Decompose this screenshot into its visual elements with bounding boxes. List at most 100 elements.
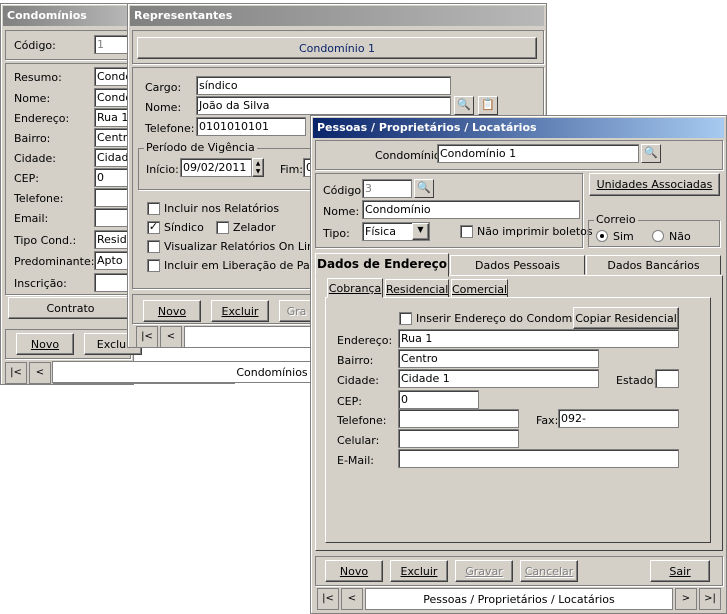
- inicio-input[interactable]: 09/02/2011: [180, 158, 252, 177]
- contrato-button[interactable]: Contrato: [8, 297, 133, 319]
- binoculars-icon[interactable]: 🔍: [454, 96, 474, 115]
- pes-novo-button[interactable]: Novo: [325, 560, 383, 582]
- rep-gravar-button[interactable]: Gra: [279, 300, 314, 322]
- pes-telefone-input[interactable]: [398, 409, 519, 428]
- condominio-header-panel: Condomínio 1: [137, 37, 537, 59]
- nome-label: Nome:: [14, 92, 51, 105]
- pes-navigator-label: Pessoas / Proprietários / Locatários: [365, 588, 673, 610]
- chevron-down-icon[interactable]: ▼: [412, 223, 429, 240]
- rep-excluir-button[interactable]: Excluir: [211, 300, 269, 322]
- tab-dados-bancarios-label: Dados Bancários: [607, 259, 700, 272]
- incluir-relatorios-checkbox[interactable]: [147, 202, 160, 215]
- pessoas-condominio-input[interactable]: Condomínio 1: [437, 144, 639, 163]
- pes-cidade-input[interactable]: Cidade 1: [398, 369, 599, 388]
- estado-label: Estado:: [616, 374, 658, 387]
- incluir-liberacao-checkbox[interactable]: [147, 259, 160, 272]
- pessoas-codigo-input[interactable]: 3: [362, 179, 412, 198]
- subtab-cobranca[interactable]: Cobrança: [327, 278, 383, 298]
- pes-endereco-label: Endereço:: [337, 334, 393, 347]
- pes-cep-label: CEP:: [337, 395, 362, 408]
- correio-sim-label: Sim: [613, 230, 634, 243]
- unidades-associadas-button[interactable]: Unidades Associadas: [589, 173, 720, 196]
- rep-excluir-label: Excluir: [221, 305, 259, 318]
- tipo-label: Tipo:: [323, 227, 350, 240]
- nao-imprimir-label: Não imprimir boletos: [477, 225, 593, 238]
- pes-cancelar-button[interactable]: Cancelar: [520, 560, 578, 582]
- incluir-liberacao-label: Incluir em Liberação de Pagam: [164, 259, 335, 272]
- cidade-label: Cidade:: [14, 152, 56, 165]
- rep-nome-label: Nome:: [145, 101, 182, 114]
- unidades-associadas-label: Unidades Associadas: [596, 178, 713, 191]
- notepad-icon[interactable]: 📋: [478, 96, 498, 115]
- pes-last-record-button[interactable]: >|: [699, 588, 721, 610]
- bairro-label: Bairro:: [14, 132, 51, 145]
- rep-novo-button[interactable]: Novo: [143, 300, 201, 322]
- visualizar-relatorios-checkbox[interactable]: [147, 240, 160, 253]
- celular-label: Celular:: [337, 434, 380, 447]
- pessoas-condominio-label: Condomínio:: [375, 149, 445, 162]
- copiar-residencial-label: Copiar Residencial: [575, 312, 677, 325]
- email-label: Email:: [14, 212, 49, 225]
- endereco-label: Endereço:: [14, 112, 70, 125]
- correio-title: Correio: [594, 213, 638, 226]
- correio-nao-radio[interactable]: [652, 230, 664, 242]
- inserir-endereco-checkbox[interactable]: [399, 312, 412, 325]
- representantes-title-bar: Representantes: [130, 6, 544, 26]
- pessoas-title-bar: Pessoas / Proprietários / Locatários: [313, 118, 724, 138]
- fax-input[interactable]: 092-: [558, 409, 679, 428]
- rep-nome-input[interactable]: João da Silva: [196, 96, 451, 115]
- zelador-checkbox[interactable]: [216, 221, 229, 234]
- pes-gravar-button[interactable]: Gravar: [455, 560, 513, 582]
- tab-dados-endereco[interactable]: Dados de Endereço: [315, 253, 449, 277]
- pes-first-record-button[interactable]: |<: [317, 588, 339, 610]
- condominios-navigator-text: Condomínios: [236, 366, 308, 379]
- copiar-residencial-button[interactable]: Copiar Residencial: [573, 307, 679, 329]
- pes-bairro-input[interactable]: Centro: [398, 349, 599, 368]
- pes-gravar-label: Gravar: [465, 565, 503, 578]
- prev-record-button[interactable]: <: [29, 362, 51, 384]
- rep-first-record-button[interactable]: |<: [136, 326, 158, 348]
- condominios-novo-label: Novo: [30, 338, 60, 351]
- inicio-spinner[interactable]: ▲ ▼: [252, 158, 264, 177]
- pes-cep-input[interactable]: 0: [398, 390, 479, 409]
- pessoas-nome-input[interactable]: Condomínio: [362, 200, 580, 219]
- resumo-label: Resumo:: [14, 71, 62, 84]
- rep-prev-record-button[interactable]: <: [160, 326, 182, 348]
- correio-sim-radio[interactable]: [596, 230, 608, 242]
- zelador-label: Zelador: [233, 221, 276, 234]
- condominios-novo-button[interactable]: Novo: [16, 333, 74, 355]
- subtab-residencial[interactable]: Residencial: [385, 279, 449, 298]
- fim-label: Fim:: [280, 163, 304, 176]
- cep-label: CEP:: [14, 172, 39, 185]
- subtab-comercial[interactable]: Comercial: [451, 279, 508, 298]
- pes-prev-record-button[interactable]: <: [341, 588, 363, 610]
- pes-next-record-button[interactable]: >: [675, 588, 697, 610]
- cargo-input[interactable]: síndico: [196, 76, 451, 95]
- nao-imprimir-checkbox[interactable]: [460, 225, 473, 238]
- pes-email-label: E-Mail:: [337, 454, 374, 467]
- tab-dados-pessoais[interactable]: Dados Pessoais: [450, 255, 585, 275]
- predominante-label: Predominante:: [14, 255, 95, 268]
- rep-telefone-input[interactable]: 0101010101: [196, 117, 306, 136]
- pes-excluir-button[interactable]: Excluir: [390, 560, 448, 582]
- tab-dados-bancarios[interactable]: Dados Bancários: [586, 255, 721, 275]
- telefone-label: Telefone:: [14, 192, 64, 205]
- inserir-endereco-label: Inserir Endereço do Condomínio: [416, 312, 593, 325]
- sindico-checkbox[interactable]: ✓: [147, 221, 160, 234]
- rep-novo-label: Novo: [157, 305, 187, 318]
- estado-input[interactable]: [655, 369, 679, 388]
- condominios-excluir-label: Exclui: [96, 338, 130, 351]
- tipo-cond-label: Tipo Cond.:: [14, 234, 77, 247]
- pes-email-input[interactable]: [398, 449, 679, 468]
- cargo-label: Cargo:: [145, 81, 182, 94]
- codigo-search-icon[interactable]: 🔍: [414, 179, 434, 198]
- celular-input[interactable]: [398, 429, 519, 448]
- pessoas-nome-label: Nome:: [323, 205, 360, 218]
- pes-excluir-label: Excluir: [400, 565, 438, 578]
- first-record-button[interactable]: |<: [5, 362, 27, 384]
- pessoas-navigator: |< < Pessoas / Proprietários / Locatário…: [315, 588, 723, 610]
- pes-endereco-input[interactable]: Rua 1: [398, 329, 679, 348]
- pes-sair-button[interactable]: Sair: [650, 560, 710, 582]
- pessoas-codigo-label: Código:: [323, 184, 365, 197]
- condominio-search-icon[interactable]: 🔍: [641, 144, 661, 163]
